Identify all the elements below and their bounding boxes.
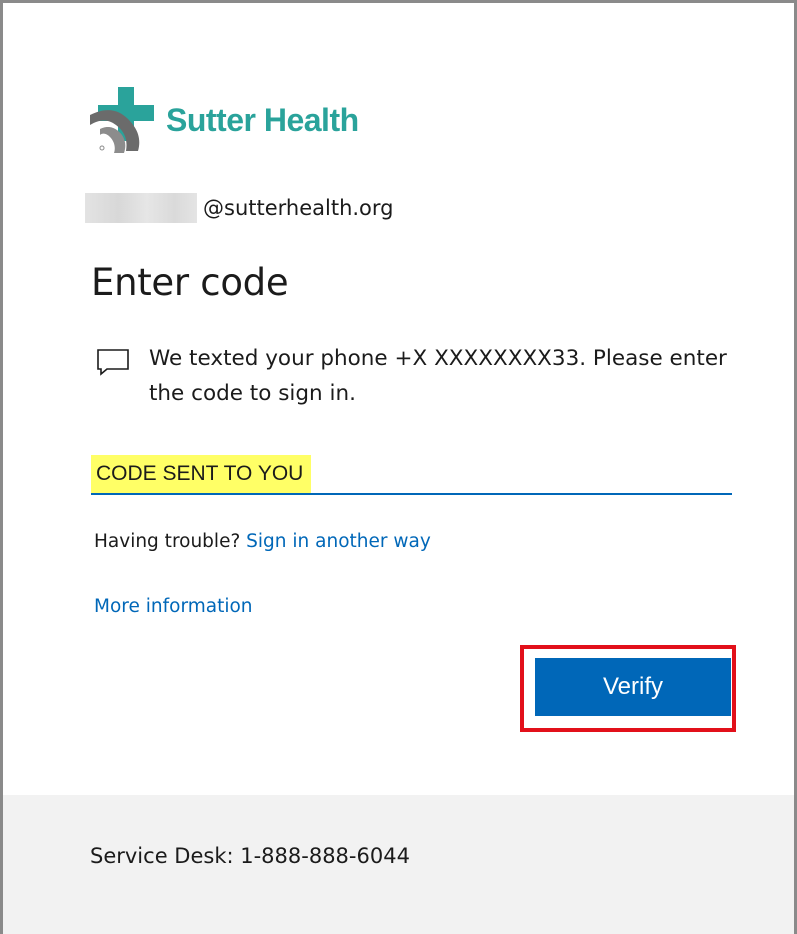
chat-bubble-icon [97, 349, 129, 376]
sms-message: We texted your phone +X XXXXXXXX33. Plea… [95, 341, 745, 411]
sutter-health-cross-icon [90, 87, 154, 153]
more-information-link[interactable]: More information [94, 596, 253, 617]
service-desk-text: Service Desk: 1-888-888-6044 [90, 844, 410, 868]
trouble-row: Having trouble? Sign in another way [94, 531, 431, 552]
account-identity: @sutterhealth.org [85, 193, 394, 223]
verify-button[interactable]: Verify [535, 658, 731, 716]
footer: Service Desk: 1-888-888-6044 [3, 795, 794, 934]
code-input-value[interactable]: CODE SENT TO YOU [91, 455, 312, 493]
account-domain: @sutterhealth.org [203, 196, 394, 220]
code-input[interactable]: CODE SENT TO YOU [91, 455, 732, 495]
redacted-username [85, 193, 197, 223]
sign-in-window: Sutter Health @sutterhealth.org Enter co… [0, 0, 797, 934]
brand-name: Sutter Health [166, 101, 359, 138]
page-title: Enter code [91, 261, 289, 304]
sms-message-text: We texted your phone +X XXXXXXXX33. Plea… [149, 346, 727, 406]
trouble-label: Having trouble? [94, 531, 241, 552]
sutter-health-logo: Sutter Health [88, 85, 359, 155]
sign-in-another-way-link[interactable]: Sign in another way [246, 531, 431, 552]
